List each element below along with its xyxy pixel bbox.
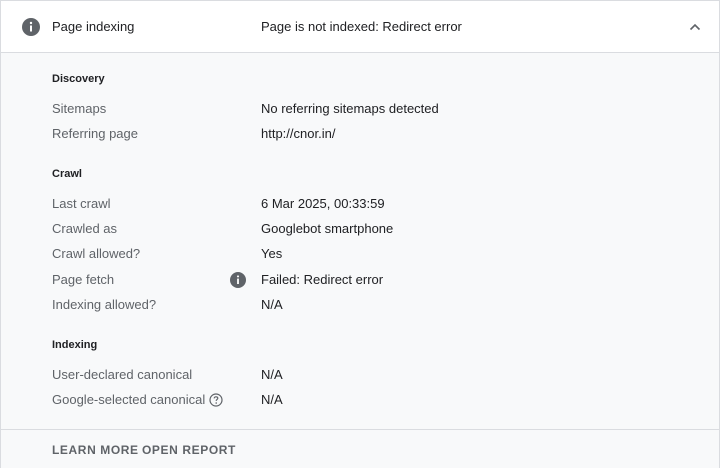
section-title-discovery: Discovery [52,73,105,85]
panel-footer: LEARN MORE OPEN REPORT [1,429,719,468]
row-label-referring-page: Referring page [52,126,138,141]
panel-title: Page indexing [52,19,135,34]
indexing-status: Page is not indexed: Redirect error [261,19,462,34]
section-title-indexing: Indexing [52,339,98,351]
row-label-crawled-as: Crawled as [52,221,118,236]
row-label-indexing-allowed: Indexing allowed? [52,297,157,312]
info-icon [22,18,40,36]
page-indexing-panel: Page indexing Page is not indexed: Redir… [0,0,720,468]
row-label-user-declared-canonical: User-declared canonical [52,367,193,382]
row-value-user-declared-canonical: N/A [261,367,283,382]
row-value-last-crawl: 6 Mar 2025, 00:33:59 [261,196,385,211]
panel-header[interactable]: Page indexing Page is not indexed: Redir… [1,1,719,53]
row-value-google-selected-canonical: N/A [261,392,283,407]
row-label-page-fetch: Page fetch [52,272,115,287]
row-value-crawl-allowed: Yes [261,246,283,261]
info-icon[interactable] [230,272,246,288]
row-label-crawl-allowed: Crawl allowed? [52,246,141,261]
row-value-page-fetch: Failed: Redirect error [261,272,384,287]
row-label-last-crawl: Last crawl [52,196,111,211]
help-circle-icon[interactable] [209,393,223,407]
section-title-crawl: Crawl [52,168,82,180]
open-report-link[interactable]: OPEN REPORT [142,442,236,458]
row-value-crawled-as: Googlebot smartphone [261,221,394,236]
row-label-sitemaps: Sitemaps [52,101,107,116]
row-value-referring-page[interactable]: http://cnor.in/ [261,125,335,143]
google-selected-canonical-label: Google-selected canonical [52,392,206,407]
row-value-indexing-allowed: N/A [261,297,283,312]
row-label-google-selected-canonical: Google-selected canonical [52,391,223,409]
chevron-up-icon[interactable] [683,15,707,39]
row-value-sitemaps: No referring sitemaps detected [261,101,439,116]
learn-more-link[interactable]: LEARN MORE [52,442,139,458]
